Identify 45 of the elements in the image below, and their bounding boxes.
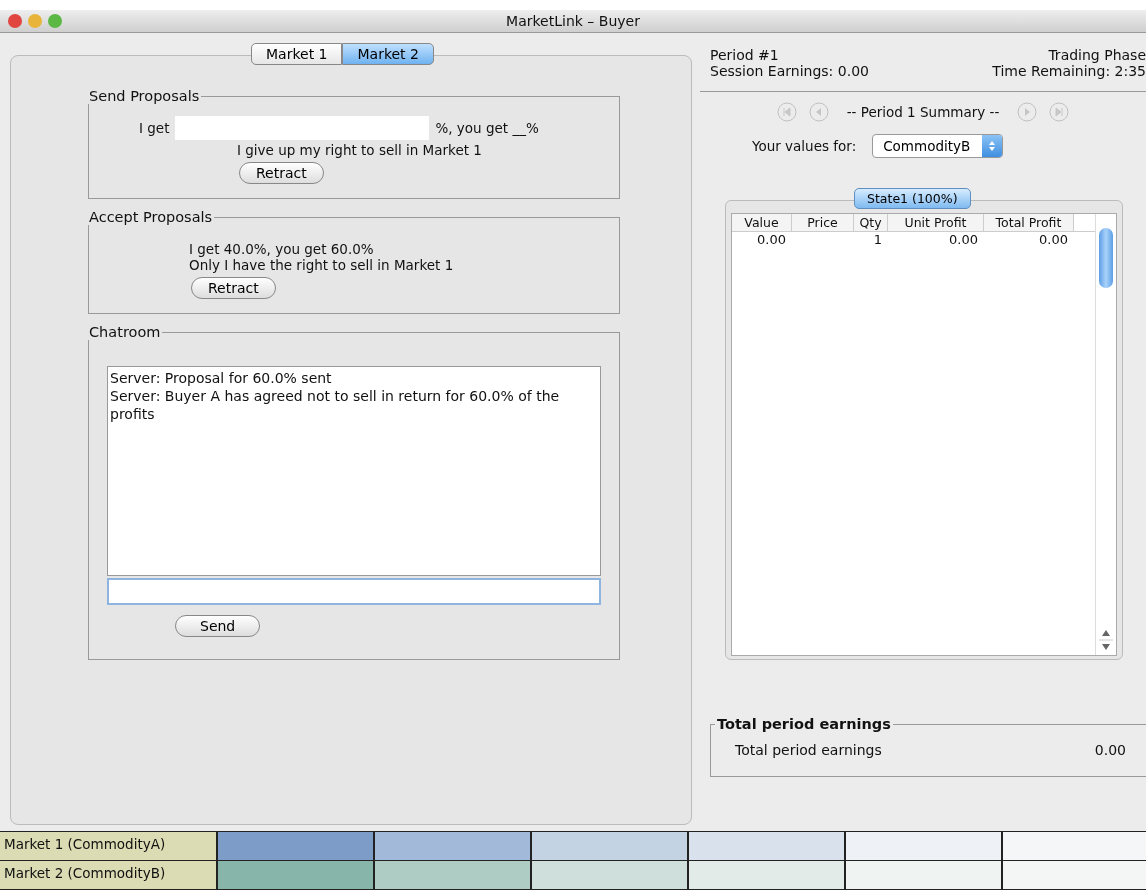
zoom-icon[interactable] (48, 14, 62, 28)
chat-message: Server: Proposal for 60.0% sent (110, 369, 333, 387)
share-input-field[interactable] (175, 116, 430, 140)
market-label: Market 1 (CommodityA) (0, 832, 218, 860)
market-tab[interactable]: Market 1 (251, 43, 343, 65)
scroll-bar[interactable] (1095, 214, 1116, 655)
minimize-icon[interactable] (28, 14, 42, 28)
session-earnings: Session Earnings: 0.00 (710, 63, 869, 79)
column-header: Unit Profit (888, 214, 984, 231)
state-tab[interactable]: State1 (100%) (854, 188, 971, 209)
market-tab[interactable]: Market 2 (342, 43, 434, 65)
earnings-value: 0.00 (1094, 742, 1126, 758)
table-cell-text: 0.00 (1038, 232, 1069, 247)
column-header: Price (792, 214, 854, 231)
time-remaining: Time Remaining: 2:35 (992, 63, 1146, 79)
column-header: Total Profit (984, 214, 1074, 231)
stepper-icon (988, 140, 997, 152)
chat-message: Server: Buyer A has agreed not to sell in return for 60.0% of the profits (110, 387, 561, 423)
proposal-note: I give up my right to sell in Market 1 (237, 142, 483, 158)
column-header: Value (732, 214, 792, 231)
share-suffix: %, you get __% (435, 120, 539, 136)
retract-button[interactable]: Retract (191, 277, 276, 299)
table-cell-text: 0.00 (756, 232, 787, 247)
group-title: Accept Proposals (88, 209, 214, 225)
table-cell-text: 1 (872, 232, 883, 247)
proposal-text: I get 40.0%, you get 60.0% (189, 241, 375, 257)
values-label: Your values for: (752, 138, 857, 154)
column-header: Qty (854, 214, 888, 231)
summary-title: -- Period 1 Summary -- (846, 104, 1000, 120)
group-title: Chatroom (88, 324, 162, 340)
send-button[interactable]: Send (175, 615, 261, 637)
field-label: I get (139, 120, 170, 136)
earnings-label: Total period earnings (735, 742, 882, 758)
proposal-text: Only I have the right to sell in Market 1 (189, 257, 455, 273)
window-title: MarketLink – Buyer (506, 13, 640, 29)
commodity-dropdown[interactable]: CommodityB (872, 134, 1004, 158)
phase-label: Trading Phase (1048, 47, 1146, 63)
group-title: Total period earnings (716, 716, 892, 732)
group-title: Send Proposals (88, 88, 201, 104)
retract-button[interactable]: Retract (239, 162, 324, 184)
market-label: Market 2 (CommodityB) (0, 861, 218, 889)
table-cell-text: 0.00 (948, 232, 979, 247)
period-label: Period #1 (710, 47, 779, 63)
chat-input-field[interactable] (107, 578, 601, 605)
close-icon[interactable] (8, 14, 22, 28)
